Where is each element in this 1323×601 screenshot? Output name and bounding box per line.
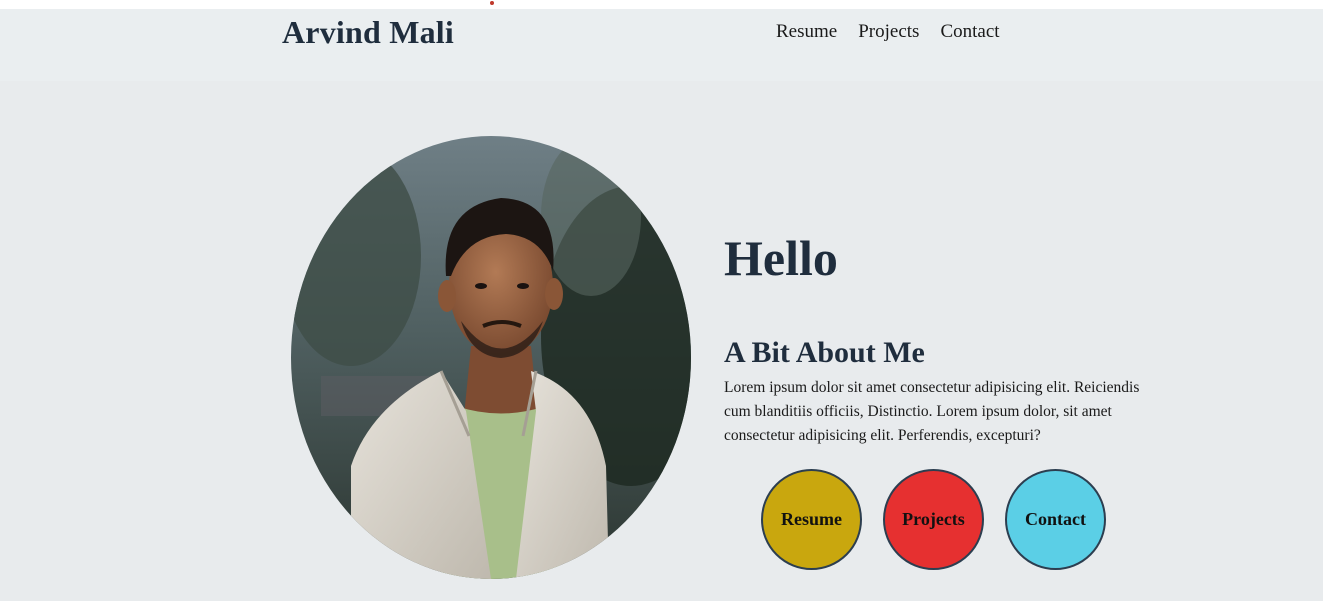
nav-projects-link[interactable]: Projects [858, 21, 919, 43]
indicator-dot [490, 1, 494, 5]
profile-photo [291, 136, 691, 579]
resume-button[interactable]: Resume [761, 469, 862, 570]
top-strip [0, 0, 1323, 9]
hero-section: Hello A Bit About Me Lorem ipsum dolor s… [0, 81, 1323, 601]
about-heading: A Bit About Me [724, 336, 925, 369]
nav-contact-link[interactable]: Contact [940, 21, 999, 43]
site-header: Arvind Mali Resume Projects Contact [0, 9, 1323, 81]
brand-name[interactable]: Arvind Mali [282, 14, 454, 51]
contact-button[interactable]: Contact [1005, 469, 1106, 570]
projects-button[interactable]: Projects [883, 469, 984, 570]
hello-heading: Hello [724, 230, 838, 286]
main-nav: Resume Projects Contact [776, 21, 1000, 43]
nav-resume-link[interactable]: Resume [776, 21, 837, 43]
about-paragraph: Lorem ipsum dolor sit amet consectetur a… [724, 379, 1140, 444]
